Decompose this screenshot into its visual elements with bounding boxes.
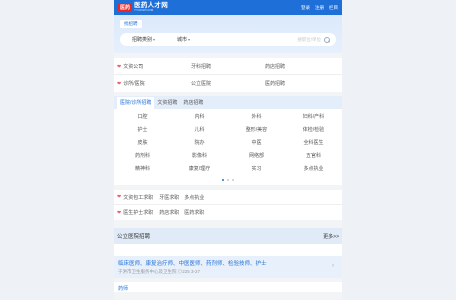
search-panel: 找招聘 招聘类别 ▾ 城市 ▾ 搜职位/单位 — [114, 15, 342, 53]
quick-link[interactable]: ❤ 文资公司 — [117, 63, 191, 70]
search-box: 招聘类别 ▾ 城市 ▾ 搜职位/单位 — [120, 33, 336, 46]
logo-text: 医药人才网 YY.RCW.COM — [134, 2, 168, 13]
quick-link-label: 诊所/医院 — [123, 81, 145, 87]
category-item[interactable]: 药剂科 — [114, 150, 171, 163]
mobile-page: 医药 医药人才网 YY.RCW.COM 登录 注册 栏目 找招聘 招聘类别 ▾ … — [114, 0, 342, 300]
quick-link[interactable]: ❤ 诊所/医院 — [117, 80, 191, 87]
category-item[interactable]: 全科医生 — [285, 137, 342, 150]
heart-icon: ❤ — [117, 81, 122, 87]
carousel-dots — [114, 176, 342, 185]
login-link[interactable]: 登录 — [301, 5, 310, 11]
city-select[interactable]: 城市 ▾ — [177, 36, 190, 43]
category-item[interactable]: 儿科 — [171, 124, 228, 137]
job-title: 临床医师、康复治疗师、中医医师、药剂师、检验技师、护士 — [118, 261, 267, 267]
category-item[interactable]: 实习 — [228, 163, 285, 176]
job-seeker-link[interactable]: 医药求职 — [184, 209, 204, 216]
job-seeker-link[interactable]: 牙医求职 — [159, 194, 179, 201]
quick-links: ❤ 文资公司 牙科招聘 药店招聘 ❤ 诊所/医院 公立医院 医药招聘 — [114, 58, 342, 92]
job-seeker-row: ❤ 文资包工求职 牙医求职 多点执业 — [114, 190, 342, 205]
tab-pharmacy[interactable]: 药店招聘 — [180, 97, 206, 109]
quick-link[interactable]: 牙科招聘 — [191, 63, 265, 70]
top-links: 登录 注册 栏目 — [301, 5, 338, 11]
category-item[interactable]: 护士 — [114, 124, 171, 137]
carousel-dot[interactable] — [227, 179, 229, 181]
category-item[interactable]: 外科 — [228, 111, 285, 124]
top-bar: 医药 医药人才网 YY.RCW.COM 登录 注册 栏目 — [114, 0, 342, 15]
tab-hospital-clinic[interactable]: 医院/诊所招聘 — [117, 97, 155, 109]
job-seeker-link[interactable]: 药店求职 — [159, 209, 179, 216]
menu-link[interactable]: 栏目 — [329, 5, 338, 11]
job-seeker-link[interactable]: 多点执业 — [184, 194, 204, 201]
quick-link[interactable]: 药店招聘 — [265, 63, 339, 70]
quick-links-row: ❤ 文资公司 牙科招聘 药店招聘 — [114, 58, 342, 75]
quick-link[interactable]: 公立医院 — [191, 80, 265, 87]
chevron-down-icon: ▾ — [153, 37, 156, 42]
search-icon[interactable] — [324, 36, 330, 43]
category-item[interactable]: 康复/理疗 — [171, 163, 228, 176]
quick-link-label: 文资公司 — [123, 63, 144, 70]
job-listing[interactable]: 临床医师、康复治疗师、中医医师、药剂师、检验技师、护士 于洪市卫生服务中心及卫生… — [114, 256, 342, 278]
category-item[interactable]: 体检/检验 — [285, 124, 342, 137]
job-meta: 于洪市卫生服务中心及卫生院 ◎225 3-27 — [118, 269, 201, 274]
job-seeker-label[interactable]: 医生护士求职 — [123, 209, 153, 216]
category-item[interactable]: 皮肤 — [114, 137, 171, 150]
register-link[interactable]: 注册 — [315, 5, 324, 11]
chevron-right-icon: › — [332, 263, 334, 269]
quick-links-row: ❤ 诊所/医院 公立医院 医药招聘 — [114, 75, 342, 92]
job-listing[interactable]: 药师 — [114, 282, 342, 292]
category-grid: 口腔 内科 外科 妇科/产科 护士 儿科 整形/美容 体检/检验 皮肤 院办 中… — [114, 109, 342, 176]
category-tabs: 医院/诊所招聘 文资招聘 药店招聘 — [114, 96, 342, 109]
category-select-label: 招聘类别 — [132, 37, 153, 43]
category-item[interactable]: 影像科 — [171, 150, 228, 163]
category-item[interactable]: 网络部 — [228, 150, 285, 163]
tab-find-jobs[interactable]: 找招聘 — [120, 20, 142, 28]
heart-icon: ❤ — [117, 209, 122, 216]
site-logo[interactable]: 医药 医药人才网 YY.RCW.COM — [118, 2, 168, 13]
job-seeker-row: ❤ 医生护士求职 药店求职 医药求职 — [114, 205, 342, 220]
category-panel: 医院/诊所招聘 文资招聘 药店招聘 口腔 内科 外科 妇科/产科 护士 儿科 整… — [114, 96, 342, 185]
city-select-label: 城市 — [177, 37, 188, 43]
quick-link[interactable]: 医药招聘 — [265, 80, 339, 87]
category-item[interactable]: 院办 — [171, 137, 228, 150]
logo-badge: 医药 — [118, 3, 133, 12]
category-select[interactable]: 招聘类别 ▾ — [132, 36, 155, 43]
more-link[interactable]: 更多>> — [323, 233, 339, 240]
chevron-down-icon: ▾ — [188, 37, 191, 42]
carousel-dot[interactable] — [222, 179, 224, 181]
carousel-dot[interactable] — [232, 179, 234, 181]
search-input[interactable]: 搜职位/单位 — [297, 37, 321, 43]
logo-sub-text: YY.RCW.COM — [134, 8, 154, 13]
category-item[interactable]: 内科 — [171, 111, 228, 124]
section-title: 公立医院招聘 — [117, 234, 151, 240]
section-spacer — [114, 244, 342, 256]
section-header: 公立医院招聘 更多>> — [114, 228, 342, 244]
heart-icon: ❤ — [117, 63, 122, 70]
job-title: 药师 — [118, 286, 129, 292]
category-item[interactable]: 中医 — [228, 137, 285, 150]
tab-private[interactable]: 文资招聘 — [154, 97, 180, 109]
category-item[interactable]: 口腔 — [114, 111, 171, 124]
heart-icon: ❤ — [117, 194, 122, 200]
category-item[interactable]: 多点执业 — [285, 163, 342, 176]
category-item[interactable]: 精神科 — [114, 163, 171, 176]
category-item[interactable]: 五官科 — [285, 150, 342, 163]
category-item[interactable]: 妇科/产科 — [285, 111, 342, 124]
job-seeker-links: ❤ 文资包工求职 牙医求职 多点执业 ❤ 医生护士求职 药店求职 医药求职 — [114, 190, 342, 220]
job-seeker-label[interactable]: 文资包工求职 — [123, 194, 153, 201]
category-item[interactable]: 整形/美容 — [228, 124, 285, 137]
